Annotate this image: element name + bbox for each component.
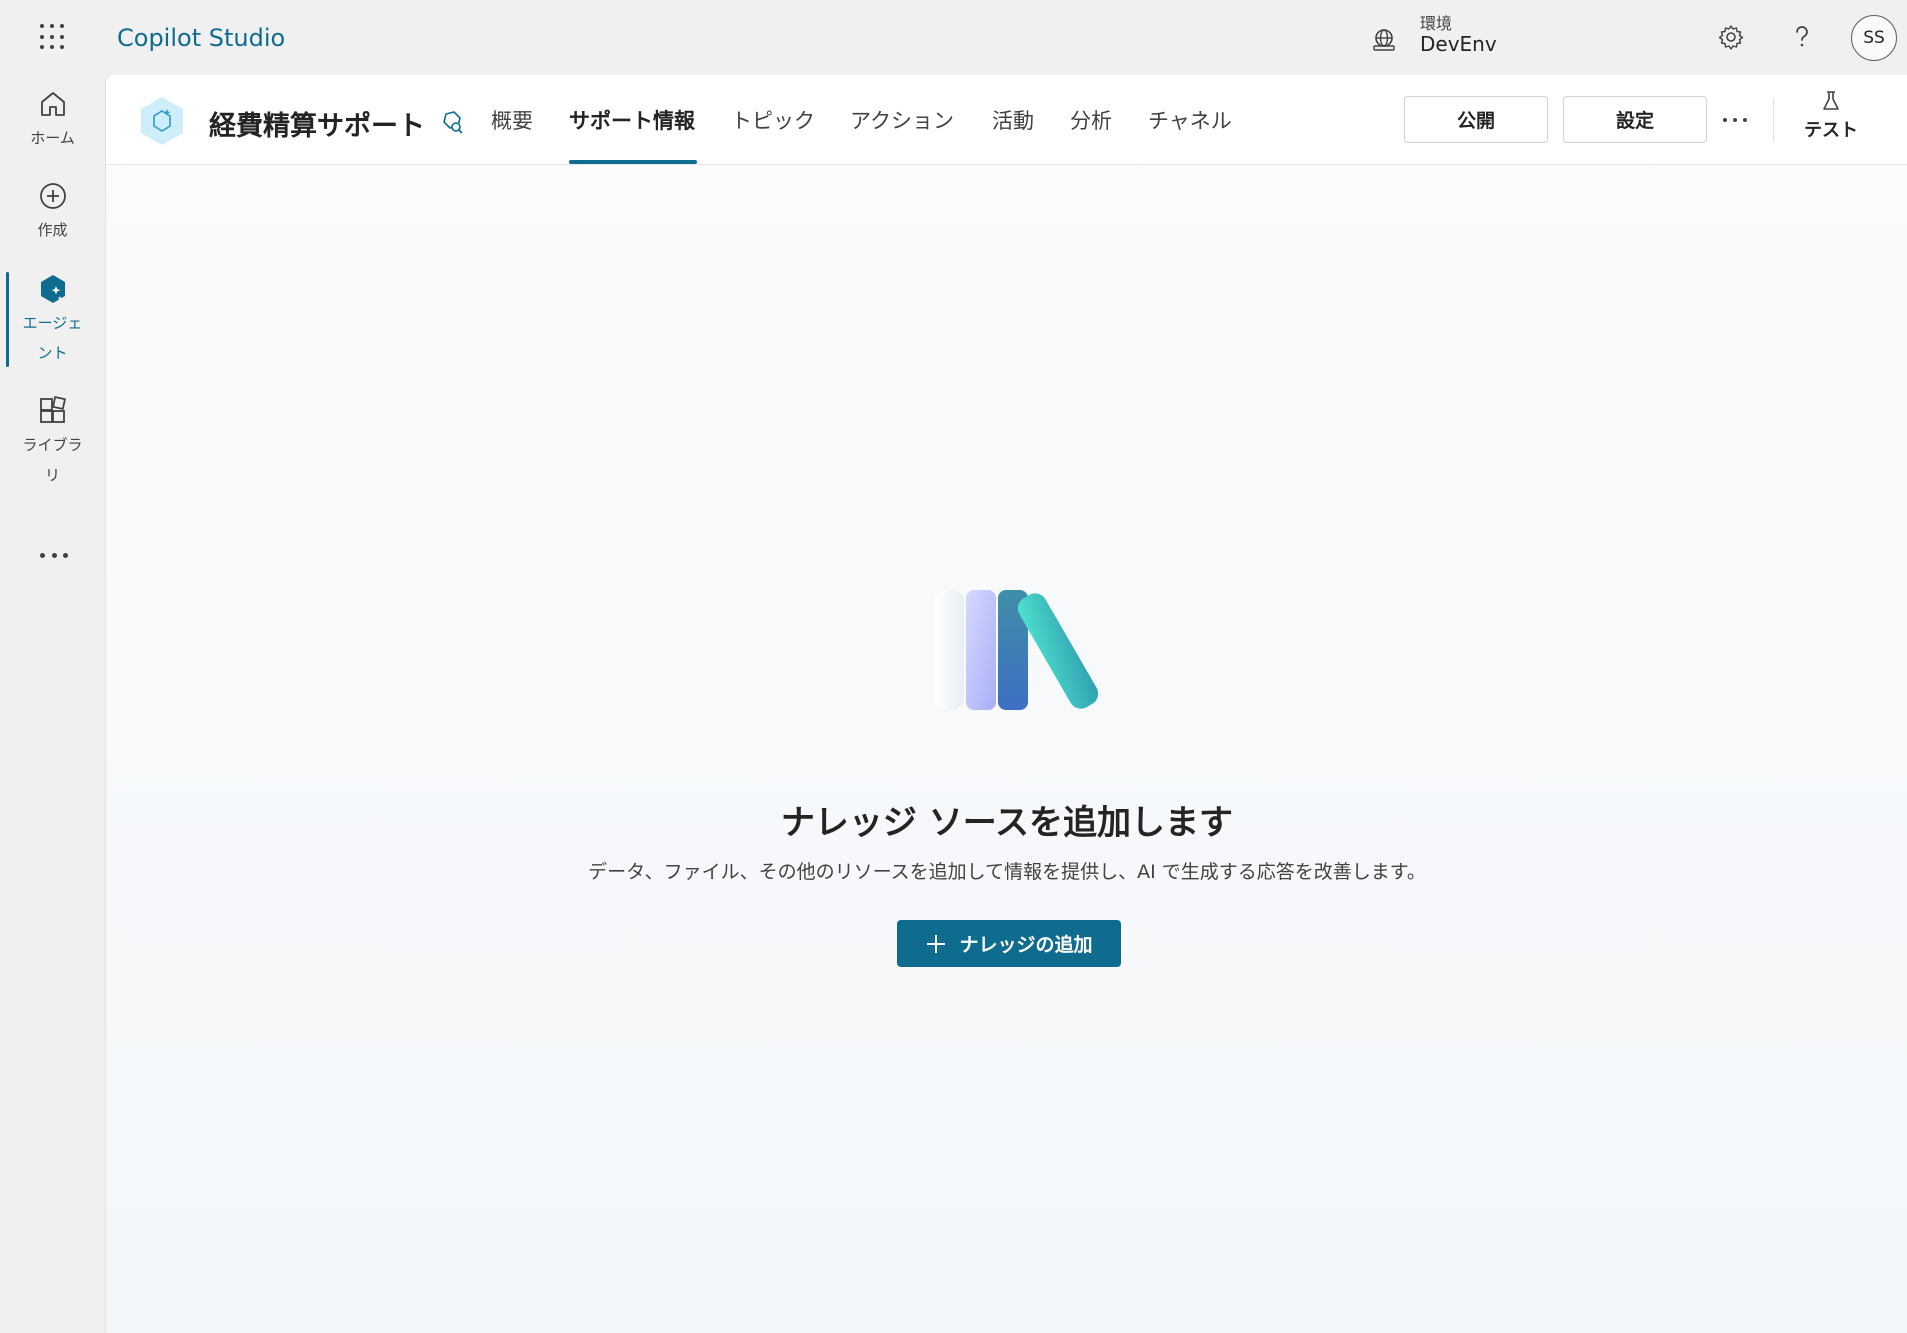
environment-picker[interactable]: 環境 DevEnv xyxy=(1368,10,1508,62)
rail-item-agents[interactable]: エージェ ント xyxy=(0,272,105,368)
tab-activity[interactable]: 活動 xyxy=(992,105,1034,135)
test-button[interactable]: テスト xyxy=(1796,89,1866,149)
add-knowledge-button[interactable]: ナレッジの追加 xyxy=(897,920,1121,967)
empty-state-title: ナレッジ ソースを追加します xyxy=(780,803,1234,843)
tab-knowledge[interactable]: サポート情報 xyxy=(569,105,695,135)
plus-icon xyxy=(927,934,946,953)
test-button-label: テスト xyxy=(1804,120,1858,141)
empty-state-description: データ、ファイル、その他のリソースを追加して情報を提供し、AI で生成する応答を… xyxy=(588,861,1426,883)
agent-header: 経費精算サポート 概要 サポート情報 トピック アクション 活動 分析 チャネル… xyxy=(106,75,1907,165)
agent-edit-icon[interactable] xyxy=(438,108,466,136)
rail-more-icon[interactable] xyxy=(40,548,68,562)
tab-actions[interactable]: アクション xyxy=(850,105,954,135)
library-icon xyxy=(39,396,66,423)
add-circle-icon xyxy=(39,183,66,209)
active-tab-indicator xyxy=(569,160,697,164)
more-options-icon[interactable] xyxy=(1723,108,1747,132)
left-nav-rail: ホーム 作成 エージェ ント ライブラ リ xyxy=(0,75,105,1333)
rail-item-library[interactable]: ライブラ リ xyxy=(0,394,105,490)
environment-label: 環境 xyxy=(1420,14,1453,33)
settings-button[interactable]: 設定 xyxy=(1563,96,1707,143)
help-icon[interactable] xyxy=(1787,22,1817,52)
agent-avatar-icon xyxy=(141,97,183,145)
app-launcher-icon[interactable] xyxy=(40,24,66,50)
add-knowledge-label: ナレッジの追加 xyxy=(959,934,1093,956)
top-bar: Copilot Studio 環境 DevEnv SS xyxy=(0,0,1907,75)
agent-icon xyxy=(40,275,65,303)
settings-gear-icon[interactable] xyxy=(1716,22,1746,52)
rail-item-label: 作成 xyxy=(37,221,68,239)
tab-overview[interactable]: 概要 xyxy=(491,105,533,135)
rail-item-home[interactable]: ホーム xyxy=(0,87,105,153)
environment-globe-icon xyxy=(1373,29,1395,51)
environment-value: DevEnv xyxy=(1420,32,1497,56)
rail-item-create[interactable]: 作成 xyxy=(0,179,105,245)
flask-icon xyxy=(1823,91,1839,110)
rail-item-label: ライブラ リ xyxy=(22,436,83,484)
tab-channels[interactable]: チャネル xyxy=(1148,105,1232,135)
app-title[interactable]: Copilot Studio xyxy=(117,24,285,52)
main-panel: 経費精算サポート 概要 サポート情報 トピック アクション 活動 分析 チャネル… xyxy=(105,75,1907,1333)
home-icon xyxy=(40,92,65,116)
agent-name: 経費精算サポート xyxy=(209,111,425,142)
publish-button[interactable]: 公開 xyxy=(1404,96,1548,143)
tab-analytics[interactable]: 分析 xyxy=(1070,105,1112,135)
user-avatar[interactable]: SS xyxy=(1851,15,1897,61)
rail-item-label: ホーム xyxy=(30,129,75,147)
tab-topics[interactable]: トピック xyxy=(731,105,815,135)
rail-item-label: エージェ ント xyxy=(22,314,83,362)
header-divider xyxy=(1773,98,1774,142)
knowledge-illustration xyxy=(934,590,1099,710)
